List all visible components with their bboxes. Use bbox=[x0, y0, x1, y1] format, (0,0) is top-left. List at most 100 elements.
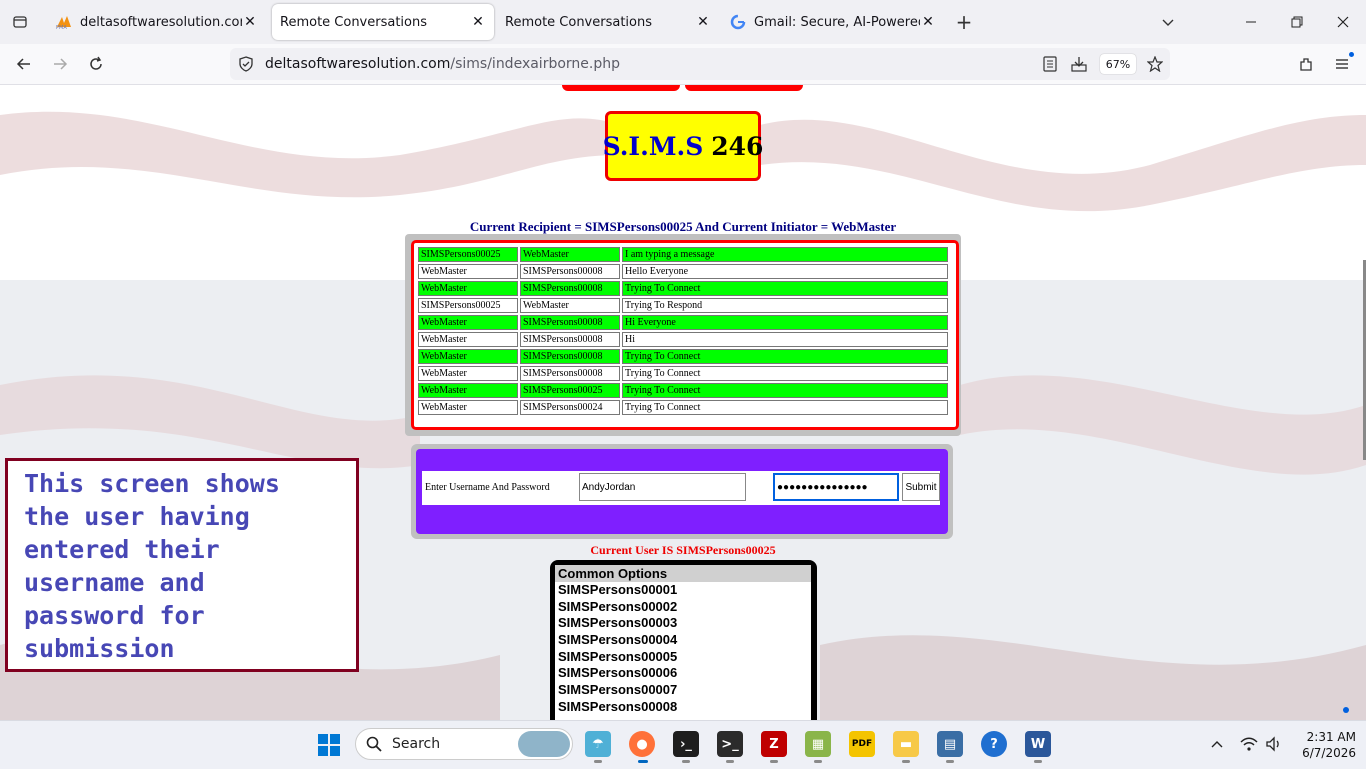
zoom-level-badge[interactable]: 67% bbox=[1100, 54, 1136, 74]
tab-remote-conversations[interactable]: Remote Conversations ✕ bbox=[497, 4, 719, 40]
phpmyadmin-icon: PMA bbox=[56, 14, 72, 30]
messages-frame: SIMSPersons00025 WebMaster I am typing a m… bbox=[405, 234, 961, 436]
submit-button[interactable]: Submit bbox=[902, 473, 940, 501]
message-text-cell: Trying To Respond bbox=[622, 298, 948, 313]
url-bar[interactable]: deltasoftwaresolution.com/sims/indexairb… bbox=[230, 48, 1170, 80]
file-explorer-icon[interactable]: ▬ bbox=[893, 731, 919, 757]
message-row: WebMaster SIMSPersons00008 Trying To Conne… bbox=[418, 366, 948, 381]
svg-text:PMA: PMA bbox=[56, 25, 67, 29]
common-option-item[interactable]: SIMSPersons00007 bbox=[555, 682, 811, 699]
common-option-item[interactable]: SIMSPersons00003 bbox=[555, 615, 811, 632]
close-icon[interactable]: ✕ bbox=[920, 14, 936, 30]
reader-view-icon[interactable] bbox=[1040, 54, 1060, 74]
common-option-item[interactable]: SIMSPersons00006 bbox=[555, 665, 811, 682]
notification-dot bbox=[1349, 52, 1354, 57]
spreadsheet-app-icon[interactable]: ▦ bbox=[805, 731, 831, 757]
common-option-item[interactable]: SIMSPersons00001 bbox=[555, 582, 811, 599]
tab-title: Gmail: Secure, AI-Powered Email bbox=[754, 14, 920, 30]
terminal-icon[interactable]: ›_ bbox=[673, 731, 699, 757]
common-option-item[interactable]: SIMSPersons00008 bbox=[555, 699, 811, 716]
notification-dot bbox=[1343, 707, 1349, 713]
app-indicator bbox=[682, 760, 690, 763]
login-label: Enter Username And Password bbox=[425, 482, 550, 493]
reload-icon[interactable] bbox=[84, 52, 108, 76]
back-icon[interactable] bbox=[12, 52, 36, 76]
message-to-cell: SIMSPersons00008 bbox=[520, 366, 620, 381]
menu-icon[interactable] bbox=[1330, 52, 1354, 76]
message-row: WebMaster SIMSPersons00024 Trying To Conne… bbox=[418, 400, 948, 415]
tab-title: deltasoftwaresolution.com / localhost / … bbox=[80, 14, 242, 30]
message-text-cell: Trying To Connect bbox=[622, 366, 948, 381]
tab-gmail[interactable]: Gmail: Secure, AI-Powered Email ✕ bbox=[722, 4, 944, 40]
forward-icon[interactable] bbox=[48, 52, 72, 76]
message-from-cell: WebMaster bbox=[418, 366, 518, 381]
close-icon[interactable]: ✕ bbox=[695, 14, 711, 30]
filezilla-icon[interactable]: Z bbox=[761, 731, 787, 757]
windows-start-icon[interactable] bbox=[317, 733, 341, 757]
close-icon[interactable]: ✕ bbox=[470, 14, 486, 30]
message-to-cell: SIMSPersons00024 bbox=[520, 400, 620, 415]
shield-icon[interactable] bbox=[236, 54, 256, 74]
minimize-icon[interactable] bbox=[1236, 8, 1266, 36]
search-placeholder: Search bbox=[392, 736, 441, 752]
url-path: /sims/indexairborne.php bbox=[450, 56, 620, 72]
search-icon bbox=[366, 736, 382, 756]
message-row: WebMaster SIMSPersons00008 Trying To Conne… bbox=[418, 281, 948, 296]
clock[interactable]: 2:31 AM 6/7/2026 bbox=[1296, 729, 1356, 761]
app-indicator bbox=[1034, 760, 1042, 763]
tab-title: Remote Conversations bbox=[505, 14, 653, 30]
app-indicator bbox=[594, 760, 602, 763]
message-text-cell: I am typing a message bbox=[622, 247, 948, 262]
message-from-cell: WebMaster bbox=[418, 383, 518, 398]
save-page-icon[interactable] bbox=[1069, 54, 1089, 74]
notes-app-icon[interactable]: ▤ bbox=[937, 731, 963, 757]
volume-icon[interactable] bbox=[1265, 736, 1283, 756]
sims-logo: S.I.M.S 246 bbox=[603, 111, 763, 181]
top-nav-button-right[interactable] bbox=[685, 85, 803, 91]
tab-list-icon[interactable] bbox=[8, 10, 32, 34]
message-row: SIMSPersons00025 WebMaster Trying To Respo… bbox=[418, 298, 948, 313]
message-text-cell: Trying To Connect bbox=[622, 349, 948, 364]
extensions-icon[interactable] bbox=[1294, 52, 1318, 76]
page-content: S.I.M.S 246 Current Recipient = SIMSPers… bbox=[0, 85, 1366, 720]
powershell-icon[interactable]: >_ bbox=[717, 731, 743, 757]
common-option-item[interactable]: SIMSPersons00004 bbox=[555, 632, 811, 649]
message-row: WebMaster SIMSPersons00008 Hi Everyone bbox=[418, 315, 948, 330]
restore-icon[interactable] bbox=[1282, 8, 1312, 36]
message-row: WebMaster SIMSPersons00008 Hi bbox=[418, 332, 948, 347]
messages-container: SIMSPersons00025 WebMaster I am typing a m… bbox=[411, 240, 959, 430]
chevron-down-icon[interactable] bbox=[1153, 8, 1183, 36]
word-icon[interactable]: W bbox=[1025, 731, 1051, 757]
firefox-icon[interactable]: ● bbox=[629, 731, 655, 757]
login-form: Enter Username And Password Submit bbox=[422, 471, 940, 505]
message-text-cell: Trying To Connect bbox=[622, 400, 948, 415]
star-icon[interactable] bbox=[1145, 54, 1165, 74]
password-input[interactable] bbox=[773, 473, 899, 501]
message-from-cell: SIMSPersons00025 bbox=[418, 298, 518, 313]
message-row: SIMSPersons00025 WebMaster I am typing a m… bbox=[418, 247, 948, 262]
username-input[interactable] bbox=[579, 473, 746, 501]
tab-phpmyadmin[interactable]: PMA deltasoftwaresolution.com / localhos… bbox=[48, 4, 266, 40]
close-window-icon[interactable] bbox=[1328, 8, 1358, 36]
chevron-up-icon[interactable] bbox=[1210, 737, 1224, 756]
message-from-cell: WebMaster bbox=[418, 281, 518, 296]
common-options-frame: Common Options SIMSPersons00001 SIMSPerso… bbox=[550, 560, 817, 720]
wifi-icon[interactable] bbox=[1240, 736, 1258, 756]
clock-time: 2:31 AM bbox=[1306, 730, 1356, 744]
taskbar-search[interactable]: Search bbox=[355, 728, 573, 760]
top-nav-button-left[interactable] bbox=[562, 85, 680, 91]
common-option-item[interactable]: SIMSPersons00002 bbox=[555, 599, 811, 616]
help-icon[interactable]: ? bbox=[981, 731, 1007, 757]
weather-app-icon[interactable]: ☂ bbox=[585, 731, 611, 757]
close-icon[interactable]: ✕ bbox=[242, 14, 258, 30]
tab-remote-conversations-active[interactable]: Remote Conversations ✕ bbox=[272, 4, 494, 40]
message-text-cell: Trying To Connect bbox=[622, 383, 948, 398]
new-tab-icon[interactable]: + bbox=[952, 10, 976, 34]
message-text-cell: Hi bbox=[622, 332, 948, 347]
pdf-app-icon[interactable]: PDF bbox=[849, 731, 875, 757]
login-panel: Enter Username And Password Submit bbox=[416, 449, 948, 534]
common-option-item[interactable]: SIMSPersons00005 bbox=[555, 649, 811, 666]
message-row: WebMaster SIMSPersons00025 Trying To Conne… bbox=[418, 383, 948, 398]
common-options-title: Common Options bbox=[555, 565, 811, 582]
message-text-cell: Hello Everyone bbox=[622, 264, 948, 279]
